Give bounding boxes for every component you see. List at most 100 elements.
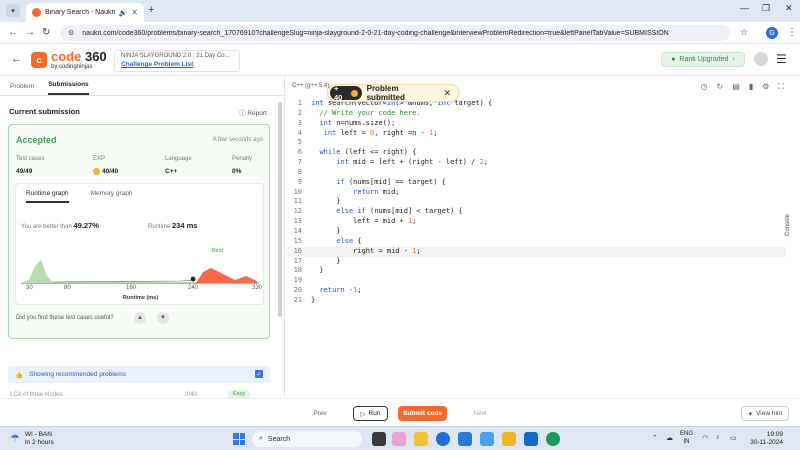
code-text: int left = 0, right =n - 1; [323, 128, 438, 137]
line-number: 10 [293, 187, 302, 196]
language-indicator[interactable]: ENG IN [680, 431, 693, 447]
back-icon[interactable]: ← [8, 27, 18, 38]
analysis-icon[interactable]: ▮ [749, 82, 753, 92]
cloud-icon[interactable]: ☁ [666, 434, 673, 442]
tab-problem[interactable]: Problem [10, 83, 34, 95]
next-button[interactable]: Next [466, 406, 494, 421]
volume-icon[interactable]: ♪ [716, 434, 720, 441]
fullscreen-icon[interactable]: ⛶ [778, 82, 784, 92]
copilot-icon[interactable] [392, 432, 406, 446]
app-icon[interactable] [502, 432, 516, 446]
code-text: return mid; [353, 187, 400, 196]
profile-avatar[interactable]: G [766, 27, 778, 39]
code-line[interactable]: 3 int n=nums.size(); [286, 119, 786, 129]
code-line[interactable]: 20 return -1; [286, 286, 786, 296]
new-tab-button[interactable]: + [148, 4, 154, 16]
challenge-problem-list-link[interactable]: Challenge Problem List [121, 61, 233, 68]
task-view-icon[interactable] [372, 432, 386, 446]
editor-scrollbar[interactable] [786, 98, 800, 398]
close-window-icon[interactable]: ✕ [785, 3, 793, 14]
code-line[interactable]: 21} [286, 296, 786, 306]
code-line[interactable]: 10 return mid; [286, 188, 786, 198]
recommended-problems-bar[interactable]: 👍 Showing recommended problems ✓ [8, 366, 270, 383]
stat-language: Language C++ [165, 156, 192, 175]
code-line[interactable]: 8 [286, 168, 786, 178]
store-icon[interactable] [458, 432, 472, 446]
toast-close-icon[interactable]: ✕ [443, 88, 451, 99]
code-line[interactable]: 7 int mid = left + (right - left) / 2; [286, 158, 786, 168]
code-line[interactable]: 5 [286, 138, 786, 148]
outlook-icon[interactable] [524, 432, 538, 446]
line-number: 12 [293, 207, 302, 216]
bookmark-star-icon[interactable]: ☆ [740, 27, 748, 38]
back-arrow-icon[interactable]: ← [11, 53, 22, 65]
code-line[interactable]: 14 } [286, 227, 786, 237]
wifi-icon[interactable]: ◠ [702, 434, 708, 442]
code-line[interactable]: 13 left = mid + 1; [286, 217, 786, 227]
code-line[interactable]: 19 [286, 276, 786, 286]
battery-icon[interactable]: ▭ [730, 434, 737, 442]
code-line[interactable]: 17 } [286, 257, 786, 267]
code-line[interactable]: 4 int left = 0, right =n - 1; [286, 129, 786, 139]
left-panel-scrollbar[interactable] [277, 76, 283, 398]
minimize-icon[interactable]: — [740, 3, 749, 13]
code-line[interactable]: 6 while (left <= right) { [286, 148, 786, 158]
user-avatar[interactable] [754, 52, 768, 66]
hamburger-menu-icon[interactable]: ☰ [776, 52, 787, 66]
browser-menu-icon[interactable]: ⋮ [787, 27, 797, 38]
language-select[interactable]: C++ (g++ 5.4) [292, 83, 329, 89]
run-button[interactable]: ▷ Run [353, 406, 388, 421]
forward-icon[interactable]: → [25, 27, 35, 38]
tab-runtime-graph[interactable]: Runtime graph [26, 190, 69, 203]
code-line[interactable]: 15 else { [286, 237, 786, 247]
x-tick: 240 [188, 285, 199, 291]
edge-icon[interactable] [436, 432, 450, 446]
site-info-icon[interactable]: ⚙ [68, 29, 74, 37]
code-line[interactable]: 18 } [286, 266, 786, 276]
tray-chevron-icon[interactable]: ⌃ [652, 434, 658, 442]
maximize-icon[interactable]: ❐ [762, 3, 770, 14]
thumbs-down-icon[interactable]: ▼ [157, 312, 169, 324]
reset-icon[interactable]: ↻ [717, 82, 724, 92]
line-number: 8 [297, 167, 302, 176]
report-button[interactable]: ⓘ Report [239, 107, 267, 117]
layout-icon[interactable]: ▤ [732, 82, 740, 92]
view-hint-button[interactable]: ✦ View hint [741, 406, 789, 421]
console-toggle[interactable]: Console [785, 214, 791, 236]
rank-chevron-icon: › [732, 56, 735, 63]
code-text: // Write your code here. [311, 108, 421, 117]
line-number: 1 [297, 99, 302, 107]
rank-upgraded-badge[interactable]: ● Rank Upgraded › [661, 52, 745, 67]
code-line[interactable]: 16 right = mid - 1; [286, 246, 786, 257]
code-line[interactable]: 9 if (nums[mid] == target) { [286, 178, 786, 188]
code-line[interactable]: 12 else if (nums[mid] < target) { [286, 207, 786, 217]
prev-button[interactable]: Prev [306, 406, 334, 421]
tab-memory-graph[interactable]: Memory graph [91, 190, 133, 203]
reload-icon[interactable]: ↻ [42, 27, 50, 38]
line-number: 15 [293, 236, 302, 245]
settings-icon[interactable]: ⚙ [762, 82, 769, 92]
code-line[interactable]: 11 } [286, 197, 786, 207]
windows-start-icon[interactable] [233, 433, 245, 445]
tab-submissions[interactable]: Submissions [48, 81, 89, 95]
timer-icon[interactable]: ◷ [701, 82, 708, 92]
audio-icon[interactable]: 🔊 [119, 9, 128, 17]
code-area[interactable]: 1 int search(vector<int> &nums, int targe… [286, 99, 786, 306]
code-line[interactable]: 2 // Write your code here. [286, 109, 786, 119]
photos-icon[interactable] [480, 432, 494, 446]
recommended-checkbox[interactable]: ✓ [255, 370, 263, 378]
tab-list-icon[interactable]: ▾ [6, 4, 20, 17]
submit-code-button[interactable]: Submit code [398, 406, 447, 421]
thumbs-up-icon[interactable]: ▲ [134, 312, 146, 324]
code-text: right = mid - 1; [311, 246, 421, 255]
tab-close-icon[interactable]: ✕ [131, 8, 138, 17]
taskbar-search[interactable]: ⌕ Search [252, 431, 362, 447]
file-explorer-icon[interactable] [414, 432, 428, 446]
clock[interactable]: 19:09 30-11-2024 [743, 431, 783, 448]
x-tick: 30 [26, 285, 33, 291]
code360-logo[interactable]: c code 360 by codingninjas [31, 50, 107, 70]
chrome-icon[interactable] [546, 432, 560, 446]
address-input[interactable]: ⚙ naukri.com/code360/problems/binary-sea… [60, 25, 730, 41]
weather-widget[interactable]: ☂ WI - BAN In 2 hours [10, 431, 54, 447]
browser-tab[interactable]: Binary Search - Naukri Cod 🔊 ✕ [26, 3, 144, 22]
